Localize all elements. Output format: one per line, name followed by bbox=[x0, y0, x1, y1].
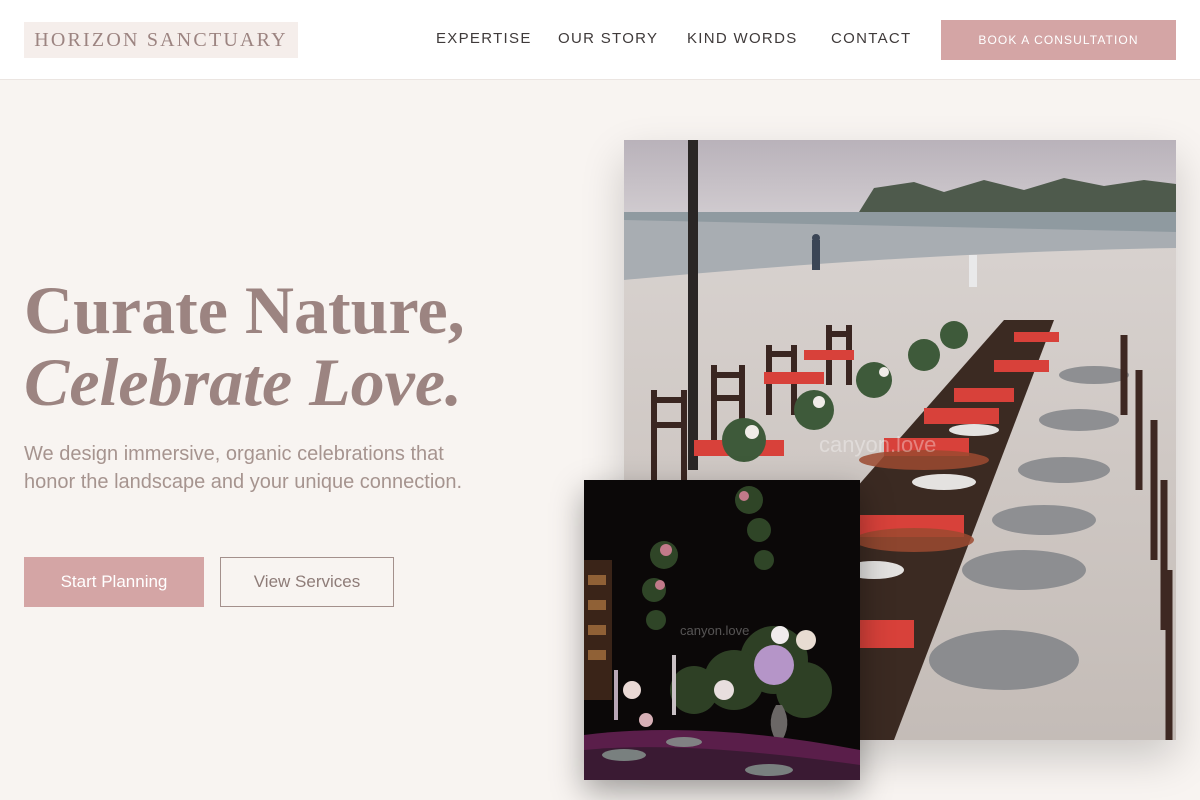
start-planning-button[interactable]: Start Planning bbox=[24, 557, 204, 607]
book-consultation-button[interactable]: BOOK A CONSULTATION bbox=[941, 20, 1176, 60]
nav-contact[interactable]: CONTACT bbox=[831, 30, 911, 50]
hero-headline-line2: Celebrate Love. bbox=[24, 344, 463, 420]
nav-our-story[interactable]: OUR STORY bbox=[558, 30, 658, 50]
main-photo-watermark: canyon.love bbox=[819, 432, 936, 457]
hero-headline-line1: Curate Nature, bbox=[24, 272, 465, 348]
floral-centerpiece-photo: canyon.love bbox=[584, 480, 860, 780]
small-photo-watermark: canyon.love bbox=[680, 623, 749, 638]
view-services-button[interactable]: View Services bbox=[220, 557, 394, 607]
site-logo[interactable]: HORIZON SANCTUARY bbox=[24, 22, 298, 58]
hero-subtext: We design immersive, organic celebration… bbox=[24, 443, 463, 493]
nav-kind-words[interactable]: KIND WORDS bbox=[687, 30, 798, 50]
nav-expertise[interactable]: EXPERTISE bbox=[436, 30, 532, 50]
site-header: HORIZON SANCTUARY EXPERTISE OUR STORY KI… bbox=[0, 0, 1200, 80]
